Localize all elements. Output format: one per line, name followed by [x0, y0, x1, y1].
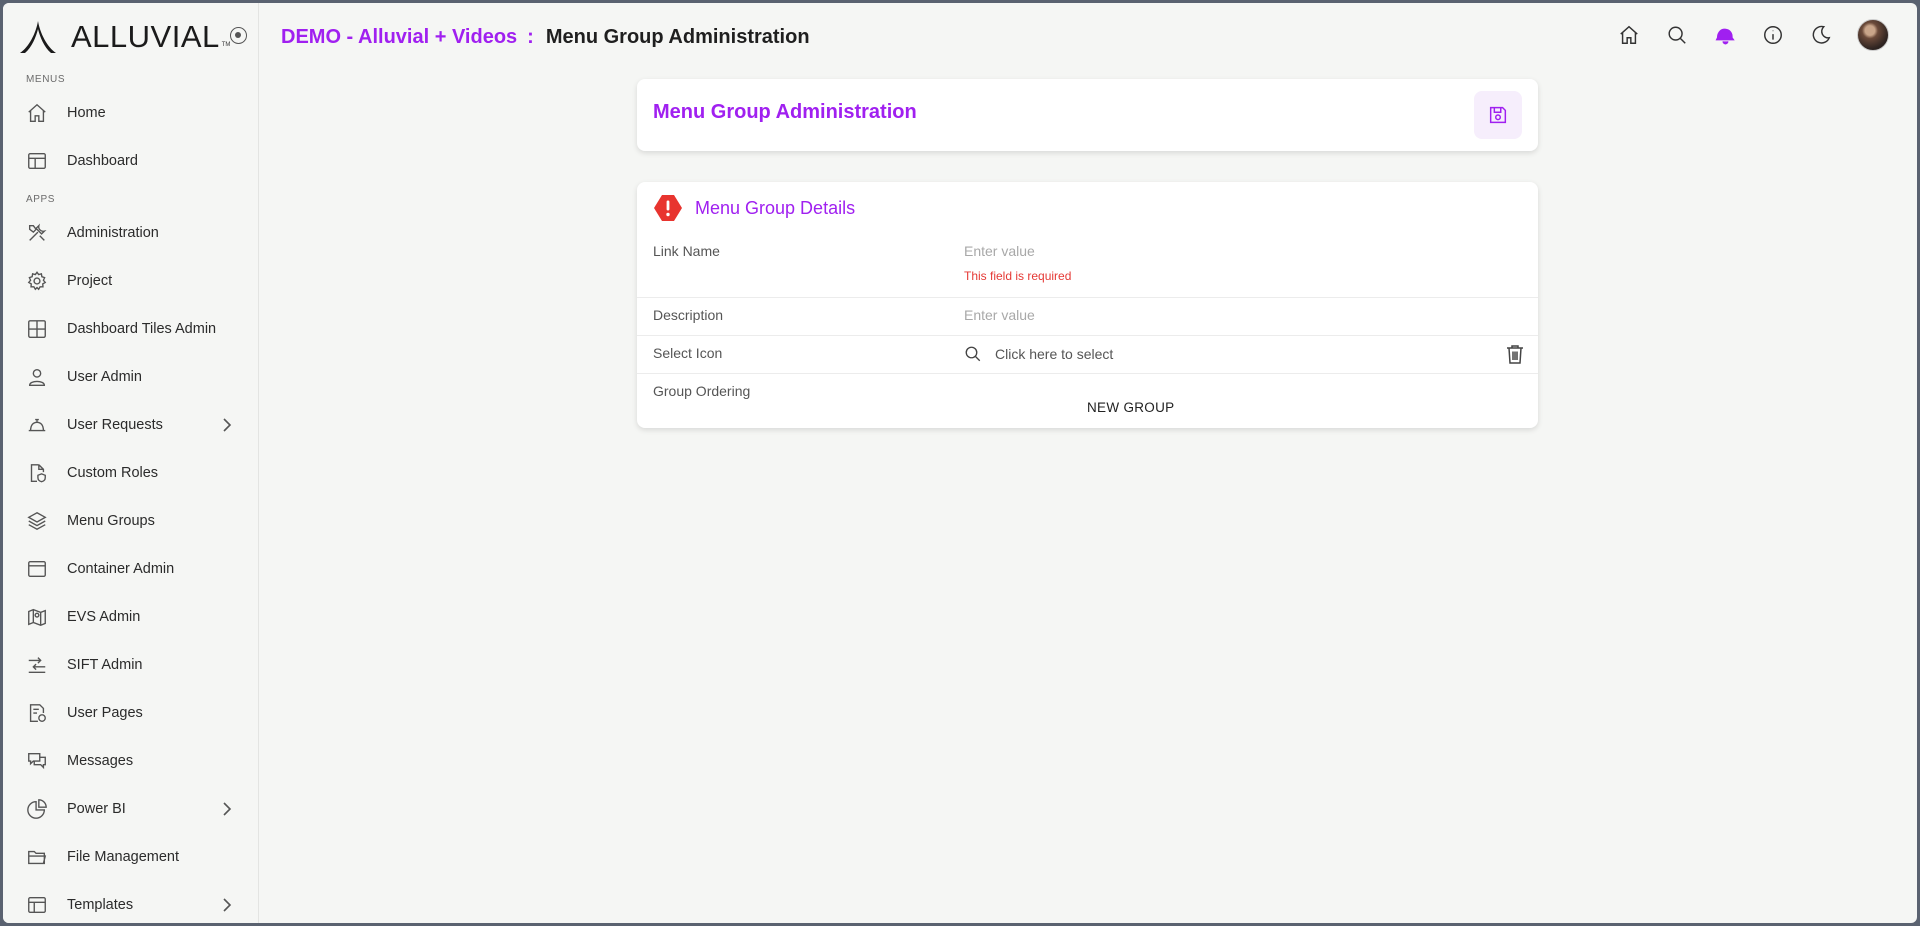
sidebar-item-home[interactable]: Home — [3, 89, 258, 137]
sidebar-item-user-requests[interactable]: User Requests — [3, 401, 258, 449]
notification-icon[interactable] — [1713, 23, 1737, 47]
description-label: Description — [653, 307, 724, 323]
sidebar-item-custom-roles[interactable]: Custom Roles — [3, 449, 258, 497]
description-row: Description Enter value — [637, 298, 1538, 336]
sidebar-item-sift-admin[interactable]: SIFT Admin — [3, 641, 258, 689]
home-icon[interactable] — [1617, 23, 1641, 47]
brand-tm: TM — [221, 42, 231, 48]
map-pin-icon — [25, 605, 49, 629]
save-icon — [1489, 106, 1507, 124]
select-icon-row: Select Icon Click here to select — [637, 336, 1538, 374]
page-header-card: Menu Group Administration — [637, 79, 1538, 151]
sidebar-item-label: Container Admin — [67, 561, 175, 577]
card-title: Menu Group Administration — [653, 101, 917, 123]
sidebar-item-label: Power BI — [67, 801, 126, 817]
group-ordering-item[interactable]: NEW GROUP — [1087, 400, 1174, 415]
sidebar-item-label: Project — [67, 273, 113, 289]
details-title: Menu Group Details — [695, 197, 856, 218]
sidebar-item-label: User Admin — [67, 369, 142, 385]
sidebar-item-label: Templates — [67, 897, 134, 913]
icon-selector[interactable]: Click here to select — [995, 346, 1113, 362]
sidebar-item-templates[interactable]: Templates — [3, 881, 258, 923]
chevron-right-icon[interactable] — [220, 418, 234, 432]
sidebar-item-label: Custom Roles — [67, 465, 159, 481]
tools-icon — [25, 221, 49, 245]
transfer-icon — [25, 653, 49, 677]
sidebar: ALLUVIAL TM MENUS Home Dashboard APPS Ad… — [3, 3, 259, 923]
page-title: Menu Group Administration — [545, 25, 810, 48]
sidebar-item-label: SIFT Admin — [67, 657, 143, 673]
pin-sidebar-icon[interactable] — [230, 27, 247, 44]
avatar[interactable] — [1857, 19, 1889, 51]
sidebar-item-container-admin[interactable]: Container Admin — [3, 545, 258, 593]
sidebar-item-label: Administration — [67, 225, 159, 241]
breadcrumb-separator: : — [527, 25, 534, 48]
select-icon-label: Select Icon — [653, 345, 723, 361]
top-icons — [1593, 19, 1889, 51]
group-ordering-label: Group Ordering — [653, 383, 751, 399]
sidebar-item-label: User Requests — [67, 417, 163, 433]
sidebar-item-label: File Management — [67, 849, 180, 865]
link-name-error: This field is required — [964, 269, 1072, 283]
link-name-row: Link Name Enter value This field is requ… — [637, 234, 1538, 298]
sidebar-item-dashboard-tiles-admin[interactable]: Dashboard Tiles Admin — [3, 305, 258, 353]
layers-icon — [25, 509, 49, 533]
brand[interactable]: ALLUVIAL TM — [3, 3, 258, 71]
chevron-right-icon[interactable] — [220, 802, 234, 816]
user-icon — [25, 365, 49, 389]
moon-icon[interactable] — [1809, 23, 1833, 47]
sidebar-item-menu-groups[interactable]: Menu Groups — [3, 497, 258, 545]
sidebar-item-label: EVS Admin — [67, 609, 141, 625]
sidebar-item-project[interactable]: Project — [3, 257, 258, 305]
save-button[interactable] — [1474, 91, 1522, 139]
sidebar-item-messages[interactable]: Messages — [3, 737, 258, 785]
home-icon — [25, 101, 49, 125]
menu-group-details-card: Menu Group Details Link Name Enter value… — [637, 182, 1538, 428]
link-name-input[interactable]: Enter value — [964, 243, 1035, 259]
gear-icon — [25, 269, 49, 293]
details-header: Menu Group Details — [653, 194, 855, 222]
alert-icon — [654, 195, 682, 221]
chevron-right-icon[interactable] — [220, 898, 234, 912]
grid-icon — [25, 317, 49, 341]
sidebar-item-label: Menu Groups — [67, 513, 155, 529]
sidebar-item-label: Messages — [67, 753, 134, 769]
sidebar-item-power-bi[interactable]: Power BI — [3, 785, 258, 833]
pie-chart-icon — [25, 797, 49, 821]
alluvial-logo-icon — [20, 21, 56, 53]
apps-section-label: APPS — [26, 194, 56, 205]
link-name-label: Link Name — [653, 243, 720, 259]
chat-icon — [25, 749, 49, 773]
sidebar-item-label: Home — [67, 105, 106, 121]
info-icon[interactable] — [1761, 23, 1785, 47]
sidebar-item-dashboard[interactable]: Dashboard — [3, 137, 258, 185]
sidebar-item-user-admin[interactable]: User Admin — [3, 353, 258, 401]
menus-section-label: MENUS — [26, 74, 66, 85]
trash-icon[interactable] — [1506, 344, 1524, 364]
top-bar: DEMO - Alluvial + Videos : Menu Group Ad… — [260, 3, 1917, 71]
folder-icon — [25, 845, 49, 869]
breadcrumb-app[interactable]: DEMO - Alluvial + Videos — [281, 26, 517, 49]
brand-name: ALLUVIAL — [71, 19, 220, 54]
sidebar-item-label: User Pages — [67, 705, 143, 721]
search-icon[interactable] — [1665, 23, 1689, 47]
description-input[interactable]: Enter value — [964, 307, 1035, 323]
group-ordering-row: Group Ordering NEW GROUP — [637, 374, 1538, 428]
window-icon — [25, 557, 49, 581]
sidebar-item-label: Dashboard Tiles Admin — [67, 321, 217, 337]
sidebar-item-user-pages[interactable]: User Pages — [3, 689, 258, 737]
template-icon — [25, 893, 49, 917]
app-window: ALLUVIAL TM MENUS Home Dashboard APPS Ad… — [3, 3, 1917, 923]
sidebar-item-label: Dashboard — [67, 153, 138, 169]
sidebar-item-administration[interactable]: Administration — [3, 209, 258, 257]
search-icon[interactable] — [964, 345, 982, 363]
document-info-icon — [25, 701, 49, 725]
sidebar-item-evs-admin[interactable]: EVS Admin — [3, 593, 258, 641]
bell-service-icon — [25, 413, 49, 437]
layout-icon — [25, 149, 49, 173]
document-shield-icon — [25, 461, 49, 485]
sidebar-item-file-management[interactable]: File Management — [3, 833, 258, 881]
